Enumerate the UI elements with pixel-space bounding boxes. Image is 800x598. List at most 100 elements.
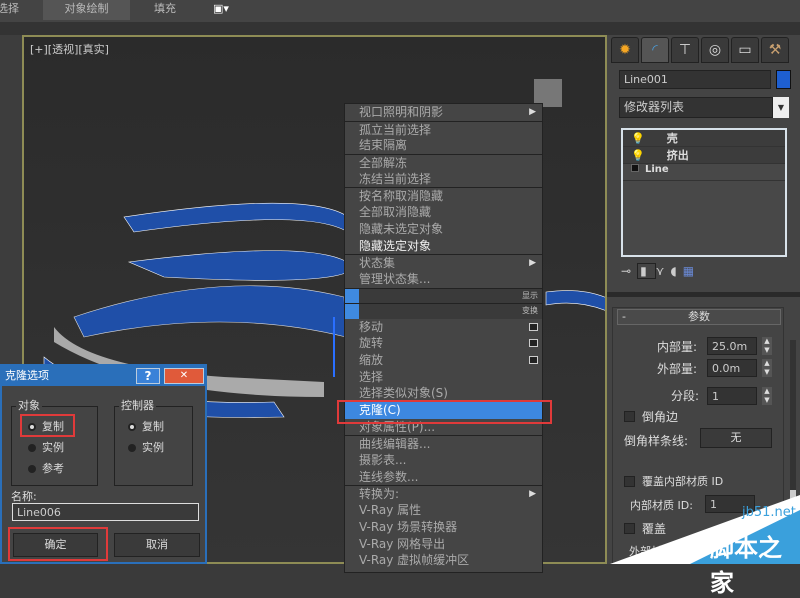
bevel-spline-label: 倒角样条线: — [624, 434, 689, 448]
override-inner-checkbox[interactable] — [624, 476, 635, 487]
menu-item-label: V-Ray 属性 — [359, 503, 422, 518]
segments-input[interactable]: 1 — [707, 387, 757, 405]
menu-item-label: V-Ray 场景转换器 — [359, 519, 458, 534]
bevel-spline-button[interactable]: 无 — [700, 428, 772, 448]
rollout-header[interactable]: - 参数 — [617, 309, 781, 325]
segments-label: 分段: — [671, 389, 700, 403]
configure-sets-icon[interactable]: ▦ — [683, 264, 700, 278]
submenu-arrow-icon: ▶ — [529, 258, 536, 269]
menu-item[interactable]: 冻结当前选择 — [345, 171, 542, 188]
name-label: 名称: — [11, 490, 37, 503]
tab-modify-icon[interactable]: ◜ — [641, 37, 669, 63]
lightbulb-icon[interactable]: 💡 — [631, 132, 645, 145]
menu-item[interactable]: 曲线编辑器... — [345, 435, 542, 452]
menu-item[interactable]: V-Ray 虚拟帧缓冲区 — [345, 552, 542, 569]
tab-motion-icon[interactable]: ◎ — [701, 37, 729, 63]
radio-instance[interactable]: 实例 — [28, 439, 64, 455]
menu-item[interactable]: 转换为: ▶ — [345, 485, 542, 502]
menu-item-label: 全部取消隐藏 — [359, 205, 432, 220]
menu-item[interactable]: 视口照明和阴影 ▶ — [345, 104, 542, 121]
dropdown-icon[interactable]: ▣▾ — [208, 0, 234, 20]
menu-item[interactable]: V-Ray 网格导出 — [345, 536, 542, 553]
menu-item[interactable]: 全部取消隐藏 — [345, 204, 542, 221]
cancel-button[interactable]: 取消 — [114, 533, 200, 557]
menu-item-label: V-Ray 虚拟帧缓冲区 — [359, 553, 470, 568]
stack-item-extrude[interactable]: 💡 挤出 — [623, 147, 785, 164]
menu-item[interactable]: V-Ray 属性 — [345, 502, 542, 519]
modifier-list-dropdown[interactable]: 修改器列表 — [619, 97, 773, 118]
menu-item[interactable]: 移动 — [345, 319, 542, 336]
menu-item[interactable]: 选择 — [345, 369, 542, 386]
inner-amount-input[interactable]: 25.0m — [707, 337, 757, 355]
show-end-result-icon[interactable]: ▮ — [637, 263, 656, 279]
menu-item-label: 视口照明和阴影 — [359, 105, 444, 119]
object-group-label: 对象 — [16, 397, 42, 413]
stack-toolbar: ⊸ ▮ ⋎◖▦ — [621, 263, 791, 282]
remove-modifier-icon[interactable]: ◖ — [670, 264, 682, 278]
menu-item-label: 隐藏选定对象 — [359, 238, 432, 253]
settings-box-icon[interactable] — [529, 355, 538, 364]
submenu-arrow-icon: ▶ — [529, 489, 536, 500]
lightbulb-icon[interactable]: 💡 — [631, 149, 645, 162]
menu-item[interactable]: 摄影表... — [345, 452, 542, 469]
watermark-name: 脚本之家 — [710, 534, 782, 597]
modifier-stack[interactable]: 💡 壳 💡 挤出 Line — [621, 128, 787, 257]
menu-item[interactable]: 管理状态集... — [345, 271, 542, 288]
highlight-box-copy — [20, 414, 75, 437]
tab-populate[interactable]: 填充 — [140, 0, 190, 20]
tab-display-icon[interactable]: ▭ — [731, 37, 759, 63]
settings-box-icon[interactable] — [529, 339, 538, 348]
controller-radio-copy[interactable]: 复制 — [128, 418, 164, 434]
inner-amount-label: 内部量: — [657, 340, 698, 354]
object-color-swatch[interactable] — [776, 70, 791, 89]
tab-create-icon[interactable]: ✹ — [611, 37, 639, 63]
pin-stack-icon[interactable]: ⊸ — [621, 264, 637, 278]
outer-amount-input[interactable]: 0.0m — [707, 359, 757, 377]
menu-item-label: 状态集 — [359, 256, 396, 271]
make-unique-icon[interactable]: ⋎ — [656, 264, 671, 278]
inner-amount-spinner[interactable]: ▲ ▼ — [762, 337, 772, 355]
quad-context-menu: 视口照明和阴影 ▶ 孤立当前选择 结束隔离 全部解冻 冻结当前选择 按名称取消隐藏 全部取消隐… — [344, 103, 543, 573]
stack-item-line[interactable]: Line — [623, 164, 785, 181]
segments-spinner[interactable]: ▲ ▼ — [762, 387, 772, 405]
menu-item[interactable]: 隐藏选定对象 — [345, 238, 542, 255]
controller-radio-instance[interactable]: 实例 — [128, 439, 164, 455]
watermark-site: jb51.net — [742, 505, 796, 520]
expand-icon[interactable] — [631, 164, 639, 172]
help-button[interactable]: ? — [136, 368, 160, 384]
collapse-icon: - — [622, 310, 626, 323]
menu-item[interactable]: 隐藏未选定对象 — [345, 221, 542, 238]
settings-box-icon[interactable] — [529, 322, 538, 331]
menu-item[interactable]: V-Ray 场景转换器 — [345, 519, 542, 536]
menu-item-label: 结束隔离 — [359, 138, 408, 153]
menu-item[interactable]: 结束隔离 — [345, 137, 542, 154]
menu-item[interactable]: 连线参数... — [345, 469, 542, 486]
bevel-edges-checkbox[interactable] — [624, 411, 635, 422]
menu-item-label: 选择 — [359, 369, 384, 384]
menu-item[interactable]: 全部解冻 — [345, 154, 542, 171]
outer-amount-spinner[interactable]: ▲ ▼ — [762, 359, 772, 377]
menu-item-label: 冻结当前选择 — [359, 171, 432, 186]
menu-item[interactable]: 缩放 — [345, 352, 542, 369]
chevron-down-icon[interactable]: ▼ — [773, 97, 789, 118]
menu-item-label: 曲线编辑器... — [359, 437, 431, 452]
tab-utilities-icon[interactable]: ⚒ — [761, 37, 789, 63]
watermark: jb51.net 脚本之家 — [610, 495, 800, 597]
close-button[interactable]: ✕ — [164, 368, 204, 384]
tab-select[interactable]: 选择 — [0, 0, 28, 20]
menu-item-label: 缩放 — [359, 352, 384, 367]
tab-object-paint[interactable]: 对象绘制 — [43, 0, 130, 20]
menu-item-label: 连线参数... — [359, 469, 419, 484]
stack-item-shell[interactable]: 💡 壳 — [623, 130, 785, 147]
menu-item[interactable]: 按名称取消隐藏 — [345, 187, 542, 204]
bevel-edges-label: 倒角边 — [642, 410, 679, 424]
radio-reference[interactable]: 参考 — [28, 460, 64, 476]
menu-item-label: 管理状态集... — [359, 271, 431, 286]
menu-item[interactable]: 旋转 — [345, 335, 542, 352]
menu-item[interactable]: 孤立当前选择 — [345, 120, 542, 138]
name-input[interactable]: Line006 — [12, 503, 199, 521]
object-name-input[interactable]: Line001 — [619, 70, 771, 89]
tab-hierarchy-icon[interactable]: ⊤ — [671, 37, 699, 63]
menu-item[interactable]: 状态集 ▶ — [345, 254, 542, 271]
stack-label: Line — [645, 164, 669, 175]
